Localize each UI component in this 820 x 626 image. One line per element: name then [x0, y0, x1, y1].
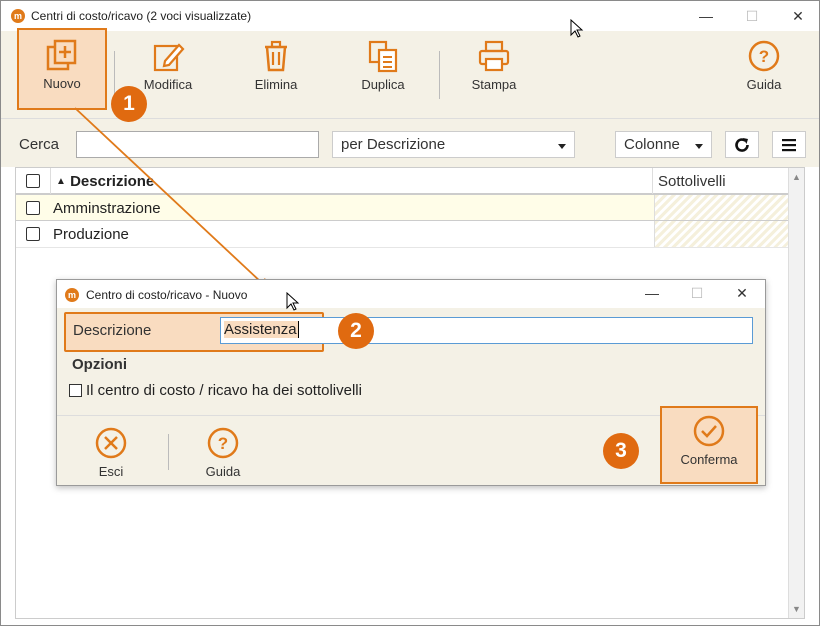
sottolivelli-checkbox-label[interactable]: Il centro di costo / ricavo ha dei sotto… [86, 382, 362, 399]
esci-label: Esci [98, 464, 124, 479]
dialog-footer: Esci ? Guida 3 Conferma [57, 406, 765, 485]
esci-button[interactable]: Esci [81, 426, 141, 479]
dialog-title: Centro di costo/ricavo - Nuovo [86, 288, 248, 302]
descrizione-input[interactable]: Assistenza [220, 317, 753, 344]
dialog-guida-button[interactable]: ? Guida [193, 426, 253, 479]
dialog-body: Descrizione Assistenza Opzioni Il centro… [57, 308, 765, 415]
dialog-minimize-button[interactable]: — [629, 282, 675, 304]
help-icon: ? [207, 427, 239, 459]
conferma-label: Conferma [680, 452, 738, 467]
dialog-title-bar: m Centro di costo/ricavo - Nuovo — ☐ ✕ [57, 280, 765, 308]
conferma-button[interactable]: Conferma [660, 406, 758, 484]
descrizione-value: Assistenza [224, 321, 299, 338]
opzioni-heading: Opzioni [72, 356, 127, 373]
dialog-maximize-button[interactable]: ☐ [674, 282, 720, 304]
descrizione-label: Descrizione [73, 322, 152, 339]
step-badge-3: 3 [603, 433, 639, 469]
dialog-close-button[interactable]: ✕ [719, 282, 765, 304]
mouse-cursor-icon [286, 292, 300, 311]
sottolivelli-checkbox[interactable] [69, 384, 82, 397]
check-circle-icon [693, 415, 725, 447]
dialog-guida-label: Guida [205, 464, 241, 479]
mouse-cursor-icon [570, 19, 584, 38]
close-circle-icon [95, 427, 127, 459]
dialog-logo: m [65, 288, 79, 302]
step-badge-2: 2 [338, 313, 374, 349]
svg-text:?: ? [218, 434, 228, 453]
new-cost-center-dialog: m Centro di costo/ricavo - Nuovo — ☐ ✕ D… [56, 279, 766, 486]
footer-separator [168, 434, 169, 470]
